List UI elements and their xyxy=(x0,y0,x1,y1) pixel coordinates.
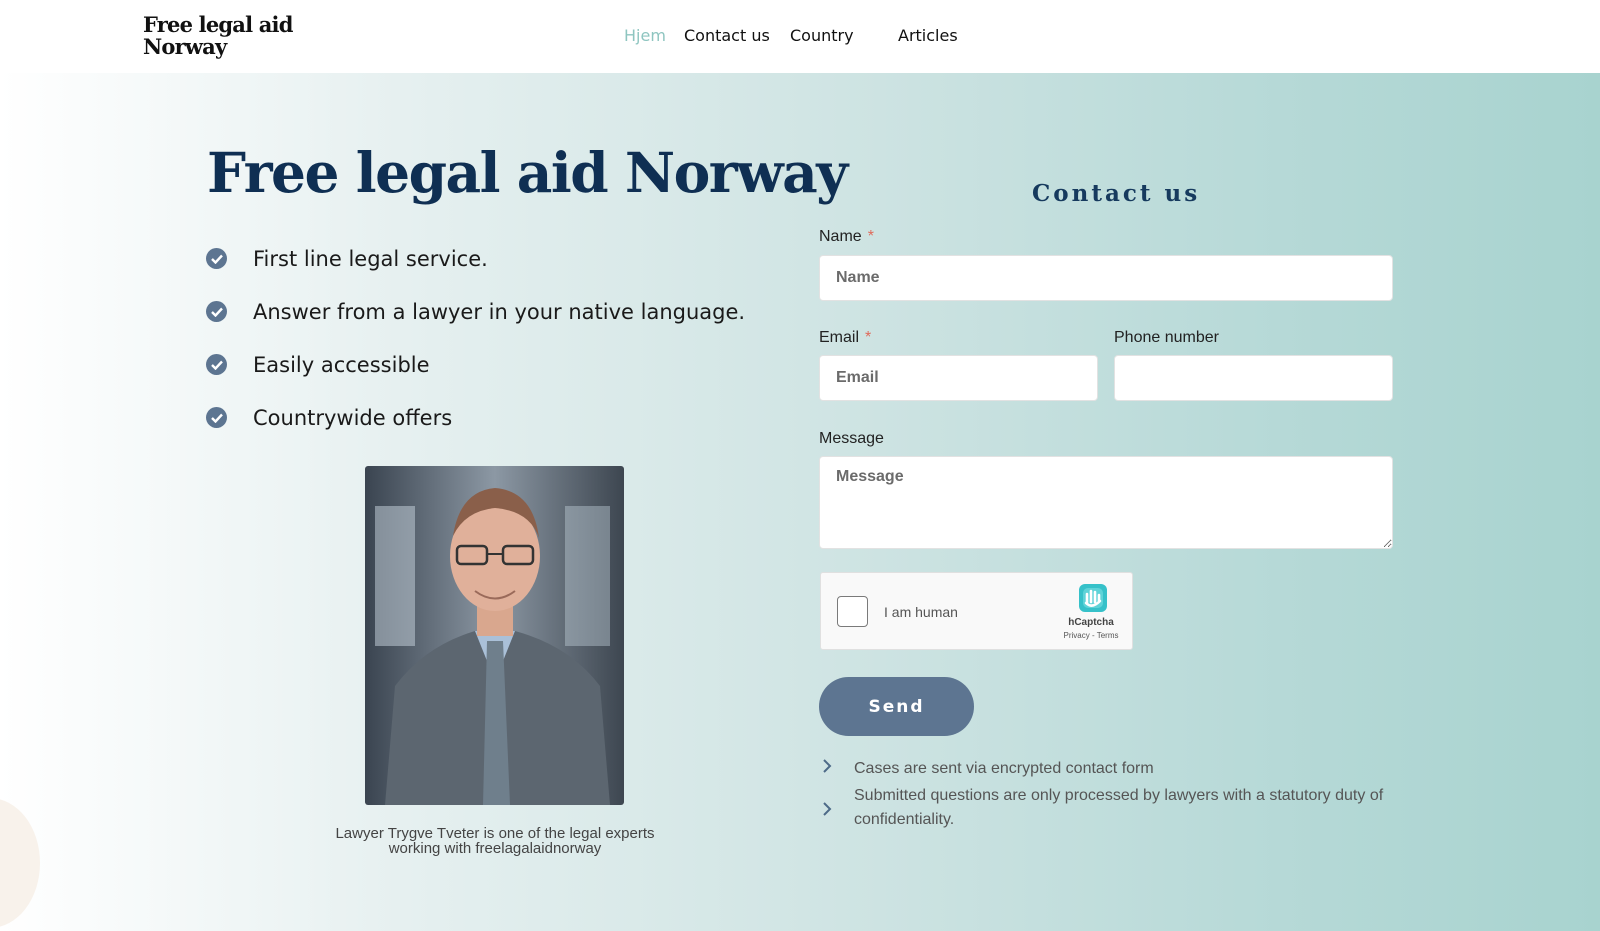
name-input[interactable] xyxy=(819,255,1393,301)
feature-text: First line legal service. xyxy=(253,246,488,271)
feature-text: Easily accessible xyxy=(253,352,430,377)
captcha-links[interactable]: Privacy - Terms xyxy=(1046,631,1136,640)
feature-item: First line legal service. xyxy=(206,247,488,271)
send-button[interactable]: Send xyxy=(819,677,974,736)
photo-caption: Lawyer Trygve Tveter is one of the legal… xyxy=(300,826,690,856)
phone-label: Phone number xyxy=(1114,329,1219,346)
feature-text: Answer from a lawyer in your native lang… xyxy=(253,299,746,324)
chevron-right-icon xyxy=(822,802,832,821)
required-mark: * xyxy=(865,329,872,346)
check-circle-icon xyxy=(206,407,227,428)
captcha-label: I am human xyxy=(884,604,958,620)
note-text: Cases are sent via encrypted contact for… xyxy=(854,760,1154,777)
check-circle-icon xyxy=(206,248,227,269)
check-circle-icon xyxy=(206,301,227,322)
phone-input[interactable] xyxy=(1114,355,1393,401)
note-text: Submitted questions are only processed b… xyxy=(854,787,1384,828)
nav-item-hjem[interactable]: Hjem xyxy=(624,26,666,45)
name-label: Name * xyxy=(819,228,874,246)
feature-item: Easily accessible xyxy=(206,353,430,377)
caption-line-2: working with freelagalaidnorway xyxy=(388,840,602,857)
logo-line-2: Norway xyxy=(143,34,227,59)
page-title: Free legal aid Norway xyxy=(207,140,848,205)
captcha-brand: hCaptcha xyxy=(1068,617,1114,628)
site-header: Free legal aid Norway Hjem Contact us Co… xyxy=(0,0,1600,73)
name-label-text: Name xyxy=(819,228,862,245)
lawyer-photo xyxy=(365,466,624,805)
required-mark: * xyxy=(867,228,874,245)
logo-line-1: Free legal aid xyxy=(143,12,293,37)
nav-item-contact-us[interactable]: Contact us xyxy=(684,26,770,45)
email-label-text: Email xyxy=(819,329,860,346)
site-logo[interactable]: Free legal aid Norway xyxy=(143,14,293,58)
contact-form-title: Contact us xyxy=(1032,180,1201,207)
nav-item-country[interactable]: Country xyxy=(790,26,854,45)
chevron-right-icon xyxy=(822,759,832,778)
feature-item: Answer from a lawyer in your native lang… xyxy=(206,300,745,324)
nav-item-articles[interactable]: Articles xyxy=(898,26,958,45)
hcaptcha-widget: I am human hCaptcha Privacy - Terms xyxy=(820,572,1133,650)
email-label: Email * xyxy=(819,329,871,347)
feature-item: Countrywide offers xyxy=(206,406,452,430)
message-textarea[interactable] xyxy=(819,456,1393,549)
feature-text: Countrywide offers xyxy=(253,405,453,430)
decorative-blob xyxy=(0,798,40,928)
caption-line-1: Lawyer Trygve Tveter is one of the legal… xyxy=(335,825,655,842)
email-input[interactable] xyxy=(819,355,1098,401)
captcha-checkbox[interactable] xyxy=(837,596,868,627)
hcaptcha-logo-icon xyxy=(1079,584,1107,612)
message-label: Message xyxy=(819,430,884,447)
check-circle-icon xyxy=(206,354,227,375)
